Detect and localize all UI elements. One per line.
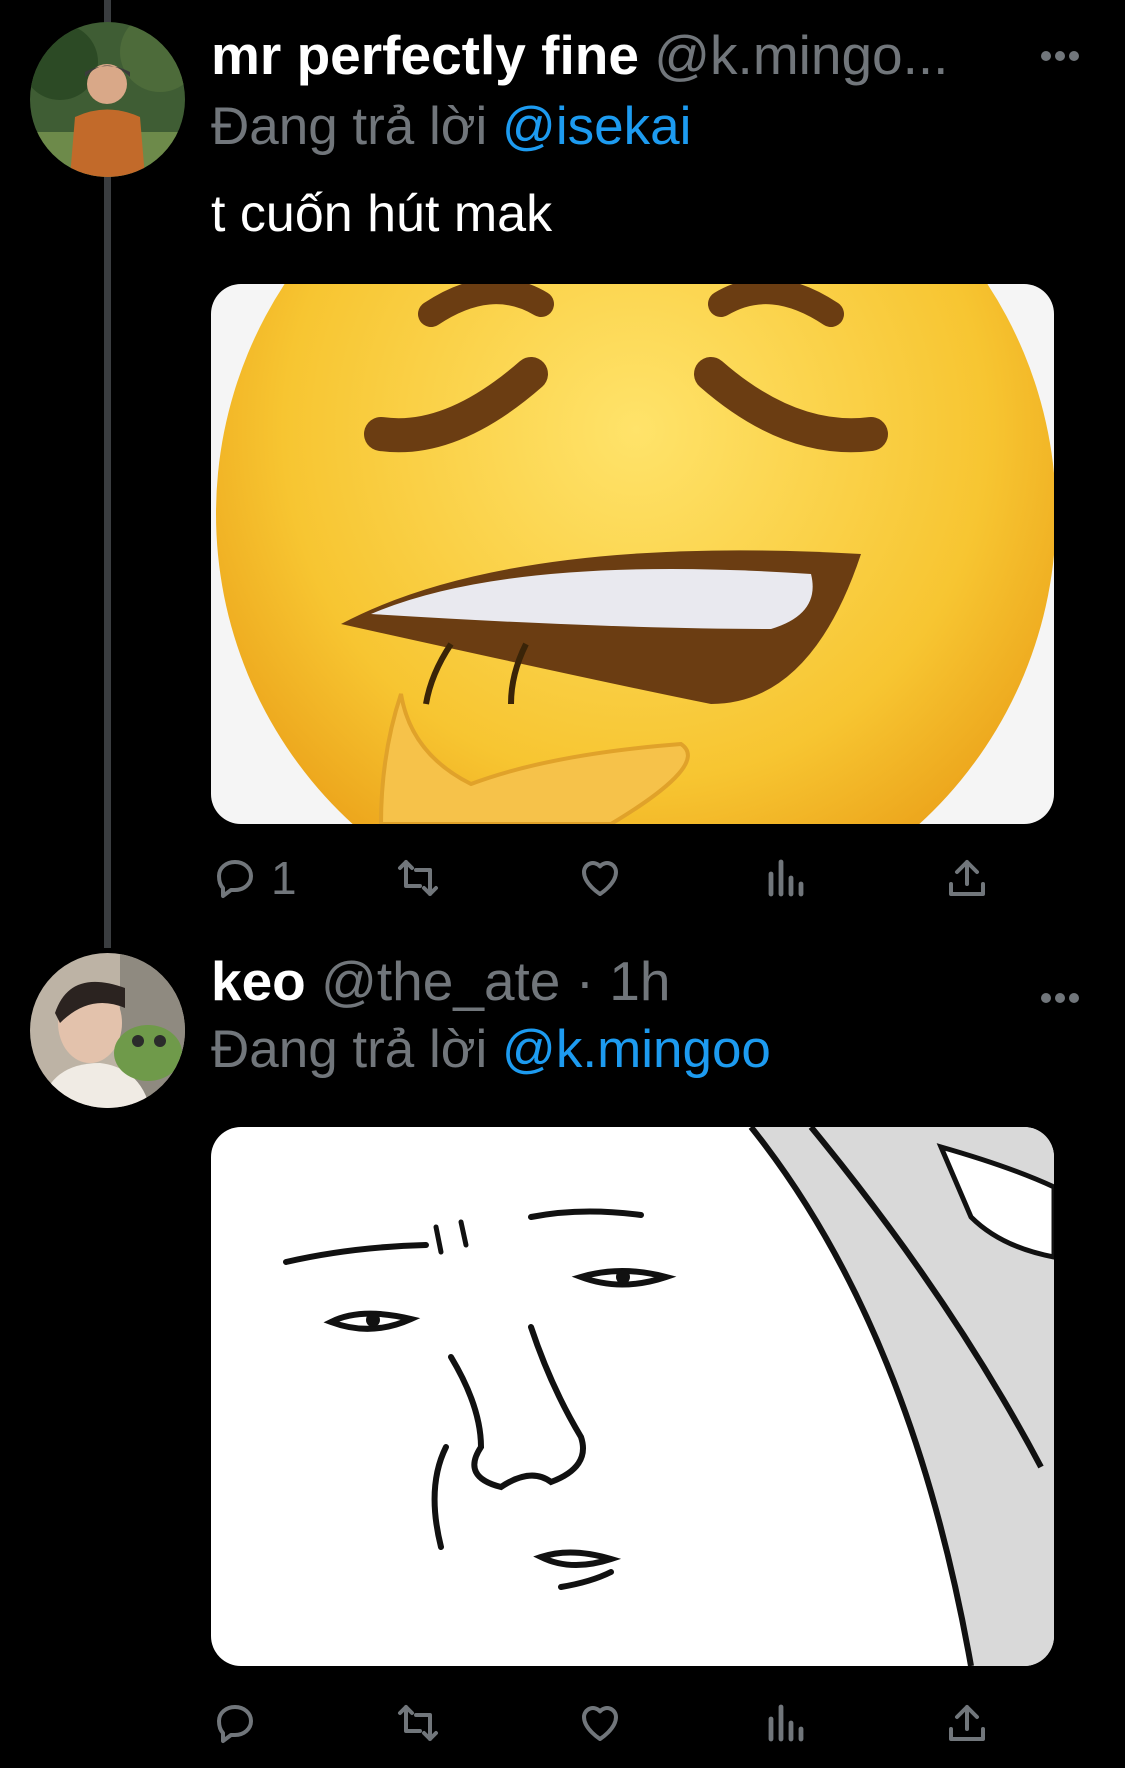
avatar[interactable] <box>30 953 185 1108</box>
emoji-face-biting-lip-icon <box>216 284 1054 824</box>
reply-button[interactable] <box>211 1693 271 1753</box>
views-button[interactable] <box>761 848 809 908</box>
tweet-2[interactable]: keo @the_ate · 1h Đang trả lời @k.mingoo <box>0 948 1125 1768</box>
mention-link[interactable]: @isekai <box>502 97 691 156</box>
timestamp[interactable]: · 1h <box>576 950 671 1012</box>
tweet-media[interactable] <box>211 1127 1054 1666</box>
share-icon <box>949 1705 985 1741</box>
reply-icon <box>217 860 253 898</box>
more-icon[interactable] <box>1040 46 1080 66</box>
tweet-actions <box>211 1693 1051 1753</box>
tweet-actions: 1 <box>211 848 1051 908</box>
share-button[interactable] <box>943 848 991 908</box>
reply-button[interactable]: 1 <box>211 848 297 908</box>
replying-to: Đang trả lời @k.mingoo <box>211 1018 771 1082</box>
tweet-header: mr perfectly fine @k.mingo... <box>211 22 948 88</box>
like-button[interactable] <box>576 1693 624 1753</box>
reply-prefix: Đang trả lời <box>211 97 488 156</box>
sketch-face-meme-icon <box>283 1127 1054 1666</box>
handle[interactable]: @the_ate <box>321 950 560 1012</box>
display-name[interactable]: mr perfectly fine <box>211 24 639 86</box>
like-button[interactable] <box>576 848 624 908</box>
share-button[interactable] <box>943 1693 991 1753</box>
like-icon <box>582 861 618 896</box>
retweet-button[interactable] <box>394 1693 442 1753</box>
retweet-icon <box>398 860 438 896</box>
reply-count: 1 <box>271 852 297 904</box>
tweet-1[interactable]: mr perfectly fine @k.mingo... Đang trả l… <box>0 0 1125 948</box>
like-icon <box>582 1706 618 1741</box>
tweet-media[interactable] <box>211 284 1054 824</box>
handle[interactable]: @k.mingo... <box>654 24 948 86</box>
mention-link[interactable]: @k.mingoo <box>502 1020 771 1079</box>
views-icon <box>768 859 804 897</box>
retweet-icon <box>398 1705 438 1741</box>
avatar[interactable] <box>30 22 185 177</box>
retweet-button[interactable] <box>394 848 442 908</box>
more-icon[interactable] <box>1040 988 1080 1008</box>
reply-icon <box>217 1705 253 1743</box>
tweet-text: t cuốn hút mak <box>211 185 553 243</box>
views-icon <box>768 1704 804 1742</box>
share-icon <box>949 860 985 896</box>
display-name[interactable]: keo <box>211 950 306 1012</box>
views-button[interactable] <box>761 1693 809 1753</box>
tweet-header: keo @the_ate · 1h <box>211 948 670 1014</box>
reply-prefix: Đang trả lời <box>211 1020 488 1079</box>
replying-to: Đang trả lời @isekai <box>211 95 691 159</box>
